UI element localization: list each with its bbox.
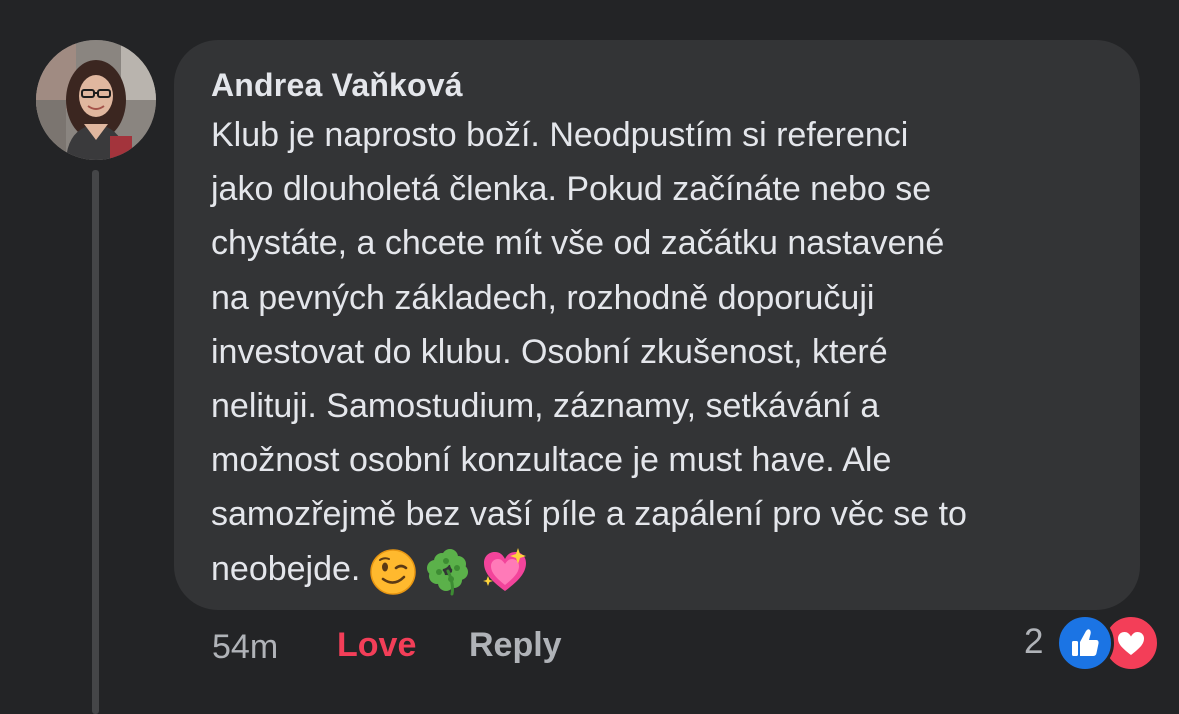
comment-timestamp[interactable]: 54m xyxy=(212,628,278,667)
comment-line: investovat do klubu. Osobní zkušenost, k… xyxy=(211,332,888,371)
comment-author[interactable]: Andrea Vaňková xyxy=(211,67,463,104)
thread-line xyxy=(92,170,99,714)
four-leaf-clover-icon xyxy=(424,546,474,596)
like-reaction-icon xyxy=(1056,614,1114,672)
comment-thread: Andrea Vaňková Klub je naprosto boží. Ne… xyxy=(0,0,1179,714)
comment-line: Klub je naprosto boží. Neodpustím si ref… xyxy=(211,116,909,154)
comment-line: nelituji. Samostudium, záznamy, setkáván… xyxy=(211,387,880,426)
sparkling-heart-icon xyxy=(480,546,530,596)
comment-line-last: neobejde. xyxy=(211,542,1131,596)
comment-line-text: neobejde. xyxy=(211,549,361,588)
reply-button[interactable]: Reply xyxy=(469,626,562,665)
comment-line: samozřejmě bez vaší píle a zapálení pro … xyxy=(211,495,967,534)
comment-bubble: Andrea Vaňková Klub je naprosto boží. Ne… xyxy=(174,40,1140,610)
comment-line: jako dlouholetá členka. Pokud začínáte n… xyxy=(211,170,932,209)
emoji-row xyxy=(368,546,530,596)
reaction-summary[interactable] xyxy=(1056,614,1160,672)
comment-line: chystáte, a chcete mít vše od začátku na… xyxy=(211,224,945,263)
avatar-photo xyxy=(36,40,156,160)
winking-face-icon xyxy=(368,546,418,596)
reaction-count[interactable]: 2 xyxy=(1024,622,1043,662)
comment-line: na pevných základech, rozhodně doporučuj… xyxy=(211,278,875,317)
comment-text: Klub je naprosto boží. Neodpustím si ref… xyxy=(211,108,1131,596)
comment-line: možnost osobní konzultace je must have. … xyxy=(211,441,892,480)
avatar[interactable] xyxy=(36,40,156,160)
love-button[interactable]: Love xyxy=(337,626,416,665)
